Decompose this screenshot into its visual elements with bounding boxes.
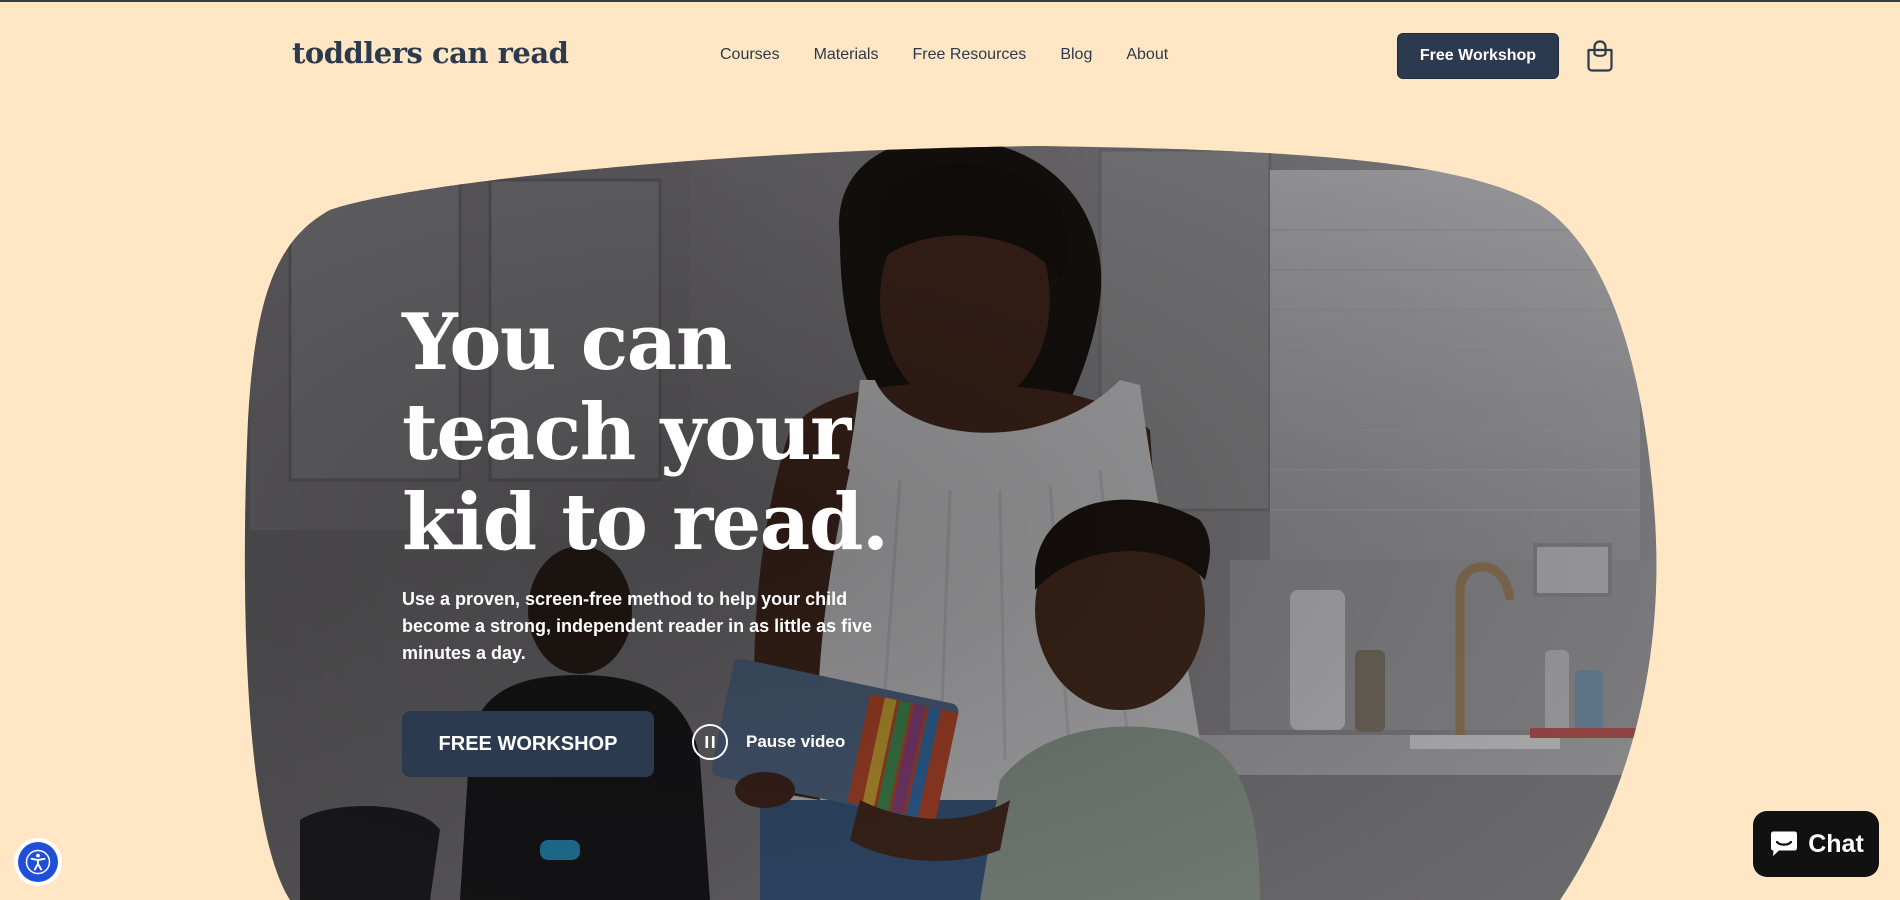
pause-video-label: Pause video [746, 732, 846, 751]
hero-title-line: teach your [402, 387, 851, 478]
chat-button[interactable]: Chat [1753, 811, 1879, 877]
nav-item-courses[interactable]: Courses [720, 46, 780, 64]
shopping-bag-icon[interactable] [1586, 40, 1614, 72]
nav-item-about[interactable]: About [1126, 46, 1168, 64]
nav-item-free-resources[interactable]: Free Resources [912, 46, 1026, 64]
hero-subtitle: Use a proven, screen-free method to help… [402, 589, 873, 663]
chat-bubble-icon [1771, 831, 1798, 856]
accessibility-button[interactable] [14, 838, 62, 886]
hero-video [244, 146, 1657, 900]
accessibility-icon [18, 842, 58, 882]
hero-title-line: You can [402, 297, 733, 388]
page: toddlers can read Courses Materials Free… [0, 0, 1900, 900]
hero-title-line: kid to read. [402, 477, 889, 568]
pause-icon [692, 724, 728, 760]
site-logo[interactable]: toddlers can read [292, 36, 569, 70]
chat-label: Chat [1808, 829, 1864, 858]
pause-video-button[interactable]: Pause video [692, 724, 845, 760]
main-nav: Courses Materials Free Resources Blog Ab… [720, 46, 1168, 64]
nav-item-materials[interactable]: Materials [814, 46, 879, 64]
hero-title: You can teach your kid to read. [402, 297, 889, 568]
free-workshop-header-button[interactable]: Free Workshop [1397, 33, 1559, 79]
nav-item-blog[interactable]: Blog [1060, 46, 1092, 64]
free-workshop-hero-button[interactable]: FREE WORKSHOP [402, 711, 654, 777]
